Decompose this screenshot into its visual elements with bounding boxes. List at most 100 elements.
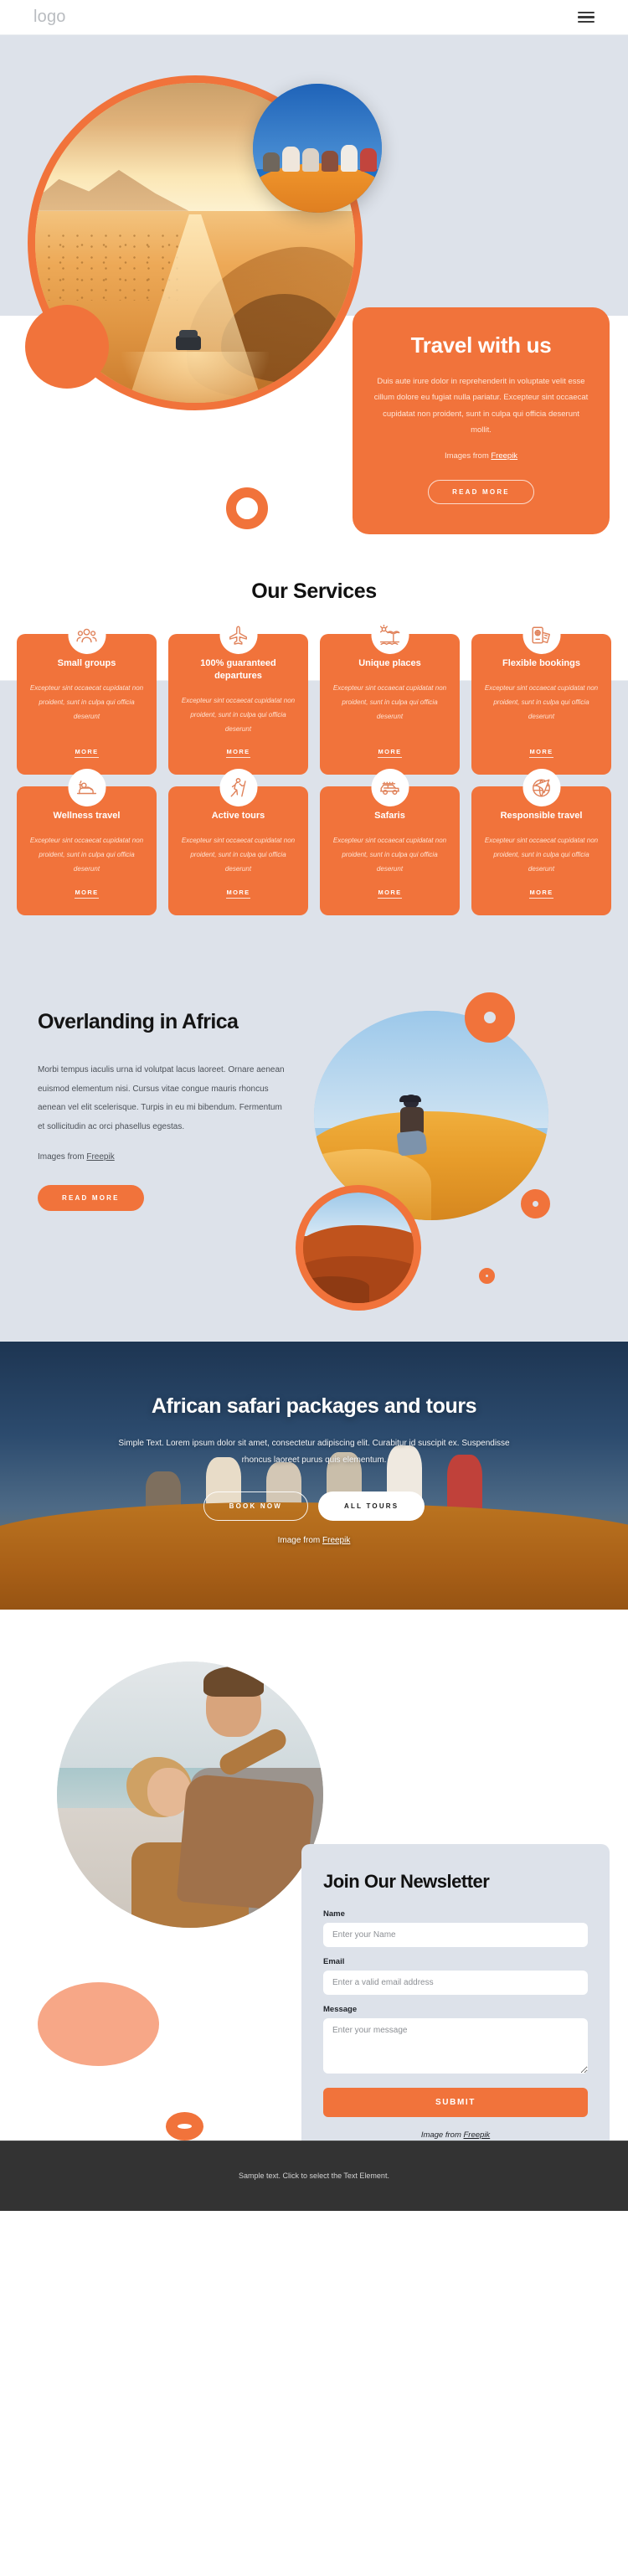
newsletter-couple-photo bbox=[57, 1661, 323, 1928]
service-description: Excepteur sint occaecat cupidatat non pr… bbox=[181, 696, 296, 734]
service-name: Wellness travel bbox=[53, 811, 121, 822]
overlanding-dunes-photo bbox=[296, 1184, 421, 1311]
beach-sky bbox=[57, 1661, 323, 1779]
message-label: Message bbox=[323, 2004, 358, 2014]
person-silhouette bbox=[282, 147, 300, 172]
service-more-link[interactable]: MORE bbox=[529, 889, 553, 899]
service-more-link[interactable]: MORE bbox=[75, 889, 99, 899]
logo[interactable]: logo bbox=[33, 8, 66, 27]
globe-plane-icon bbox=[522, 769, 560, 807]
decorative-orange-ring-small bbox=[479, 1267, 495, 1284]
overlanding-credit-prefix: Images from bbox=[38, 1152, 87, 1162]
submit-button[interactable]: SUBMIT bbox=[323, 2087, 588, 2117]
burger-line bbox=[578, 11, 595, 14]
hero-paragraph: Duis aute irure dolor in reprehenderit i… bbox=[373, 377, 589, 435]
service-card[interactable]: Small groups Excepteur sint occaecat cup… bbox=[17, 616, 157, 775]
services-section: Our Services Small groups Excepteur sint… bbox=[0, 536, 628, 961]
service-name: Safaris bbox=[374, 811, 405, 822]
newsletter-credit-link[interactable]: Freepik bbox=[464, 2130, 491, 2140]
palm-beach-icon bbox=[371, 616, 409, 654]
newsletter-form: Join Our Newsletter Name Email Message S… bbox=[301, 1843, 610, 2141]
page-root: logo Travel with us Duis aute irure dolo… bbox=[0, 0, 628, 2211]
newsletter-image-credit: Image from Freepik bbox=[323, 2130, 588, 2140]
person-silhouette bbox=[263, 152, 281, 172]
overlanding-read-more-button[interactable]: READ MORE bbox=[38, 1185, 144, 1212]
decorative-peach-dot bbox=[38, 1981, 159, 2066]
hero-card: Travel with us Duis aute irure dolor in … bbox=[353, 307, 610, 534]
service-more-link[interactable]: MORE bbox=[226, 748, 250, 759]
service-card[interactable]: Wellness travel Excepteur sint occaecat … bbox=[17, 769, 157, 915]
service-card[interactable]: Active tours Excepteur sint occaecat cup… bbox=[168, 769, 308, 915]
safari-image-credit: Image from Freepik bbox=[0, 1536, 628, 1545]
person-torso bbox=[399, 1106, 424, 1134]
newsletter-section: Join Our Newsletter Name Email Message S… bbox=[0, 1609, 628, 2141]
dune-people-group bbox=[263, 141, 377, 172]
newsletter-credit-prefix: Image from bbox=[420, 2130, 464, 2140]
service-more-link[interactable]: MORE bbox=[378, 889, 402, 899]
service-more-link[interactable]: MORE bbox=[529, 748, 553, 759]
service-description: Excepteur sint occaecat cupidatat non pr… bbox=[29, 837, 144, 873]
email-label: Email bbox=[323, 1956, 345, 1966]
overlanding-paragraph: Morbi tempus iaculis urna id volutpat la… bbox=[38, 1065, 285, 1131]
service-card[interactable]: Responsible travel Excepteur sint occaec… bbox=[471, 769, 611, 915]
services-grid: Small groups Excepteur sint occaecat cup… bbox=[17, 616, 611, 915]
service-description: Excepteur sint occaecat cupidatat non pr… bbox=[29, 683, 144, 721]
passport-ticket-icon bbox=[522, 616, 560, 654]
services-title: Our Services bbox=[251, 580, 377, 603]
safari-button-row: BOOK NOW ALL TOURS bbox=[0, 1491, 628, 1521]
hero-credit-link[interactable]: Freepik bbox=[491, 451, 517, 461]
service-description: Excepteur sint occaecat cupidatat non pr… bbox=[484, 683, 599, 721]
service-card[interactable]: Flexible bookings Excepteur sint occaeca… bbox=[471, 616, 611, 775]
service-name: Flexible bookings bbox=[502, 658, 580, 668]
name-input[interactable] bbox=[323, 1922, 588, 1947]
message-textarea[interactable] bbox=[323, 2017, 588, 2074]
people-group-icon bbox=[68, 616, 106, 654]
safari-credit-link[interactable]: Freepik bbox=[322, 1536, 350, 1545]
desert-dust-cloud bbox=[121, 351, 269, 403]
service-more-link[interactable]: MORE bbox=[75, 748, 99, 759]
burger-line bbox=[578, 20, 595, 23]
service-name: Small groups bbox=[57, 658, 116, 668]
overlanding-credit-link[interactable]: Freepik bbox=[86, 1152, 114, 1162]
hero-title: Travel with us bbox=[410, 332, 552, 358]
desert-car bbox=[176, 329, 202, 350]
dune-layer-3 bbox=[303, 1275, 370, 1303]
service-description: Excepteur sint occaecat cupidatat non pr… bbox=[332, 683, 447, 721]
hero-credit-prefix: Images from bbox=[444, 451, 492, 461]
hero-group-photo bbox=[253, 84, 382, 213]
hiker-icon bbox=[219, 769, 257, 807]
hamburger-menu-icon[interactable] bbox=[578, 11, 595, 23]
service-name: Unique places bbox=[358, 658, 421, 668]
man-coat bbox=[177, 1773, 316, 1912]
decorative-orange-ring bbox=[226, 487, 268, 529]
person-silhouette bbox=[359, 147, 377, 172]
person-silhouette bbox=[321, 150, 338, 172]
site-header: logo bbox=[0, 0, 628, 35]
all-tours-button[interactable]: ALL TOURS bbox=[318, 1491, 425, 1521]
service-name: Responsible travel bbox=[500, 811, 583, 822]
spa-massage-icon bbox=[68, 769, 106, 807]
service-more-link[interactable]: MORE bbox=[226, 889, 250, 899]
service-card[interactable]: Safaris Excepteur sint occaecat cupidata… bbox=[320, 769, 460, 915]
book-now-button[interactable]: BOOK NOW bbox=[203, 1491, 309, 1521]
person-cap bbox=[399, 1095, 421, 1102]
service-card[interactable]: 100% guaranteed departures Excepteur sin… bbox=[168, 616, 308, 775]
site-footer: Sample text. Click to select the Text El… bbox=[0, 2140, 628, 2211]
safari-content: African safari packages and tours Simple… bbox=[0, 1342, 628, 1545]
email-input[interactable] bbox=[323, 1970, 588, 1995]
overlanding-sky bbox=[314, 1010, 548, 1128]
decorative-orange-ring bbox=[166, 2111, 203, 2141]
decorative-orange-ring-large bbox=[465, 992, 515, 1043]
person-legs bbox=[396, 1129, 427, 1157]
safari-credit-prefix: Image from bbox=[277, 1535, 322, 1545]
name-label: Name bbox=[323, 1909, 345, 1919]
service-card[interactable]: Unique places Excepteur sint occaecat cu… bbox=[320, 616, 460, 775]
airplane-icon bbox=[219, 616, 257, 654]
service-more-link[interactable]: MORE bbox=[378, 748, 402, 759]
overlanding-person bbox=[396, 1094, 430, 1158]
safari-title: African safari packages and tours bbox=[151, 1394, 477, 1418]
hero-read-more-button[interactable]: READ MORE bbox=[428, 479, 534, 504]
safari-paragraph: Simple Text. Lorem ipsum dolor sit amet,… bbox=[118, 1438, 510, 1466]
safari-banner-section: African safari packages and tours Simple… bbox=[0, 1341, 628, 1610]
hero-section: Travel with us Duis aute irure dolor in … bbox=[0, 35, 628, 536]
